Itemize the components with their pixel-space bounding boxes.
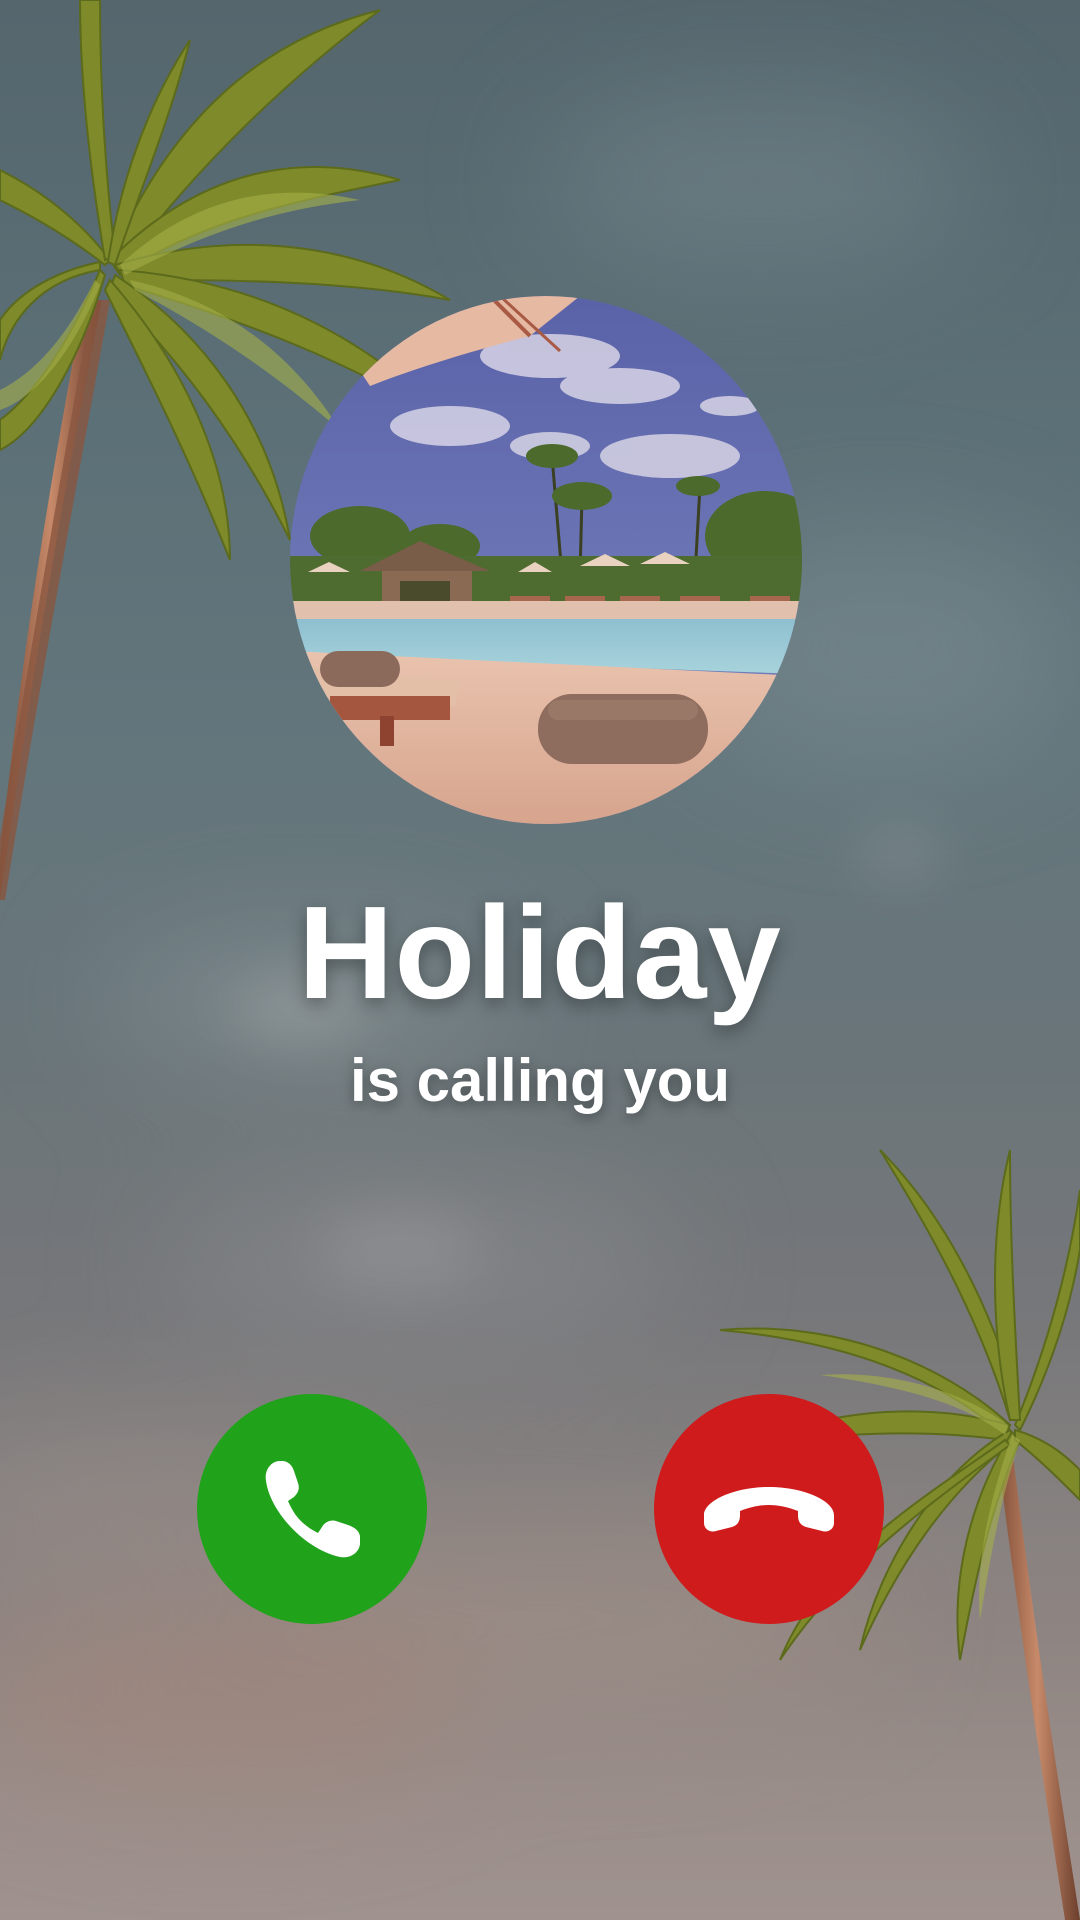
phone-accept-icon	[252, 1449, 372, 1569]
accept-call-button[interactable]	[197, 1394, 427, 1624]
decline-call-button[interactable]	[654, 1394, 884, 1624]
call-status-text: is calling you	[349, 1047, 731, 1114]
resort-pool-image	[290, 296, 802, 824]
caller-avatar	[290, 296, 802, 824]
caller-name: Holiday	[298, 879, 782, 1026]
phone-hangup-icon	[694, 1469, 844, 1549]
